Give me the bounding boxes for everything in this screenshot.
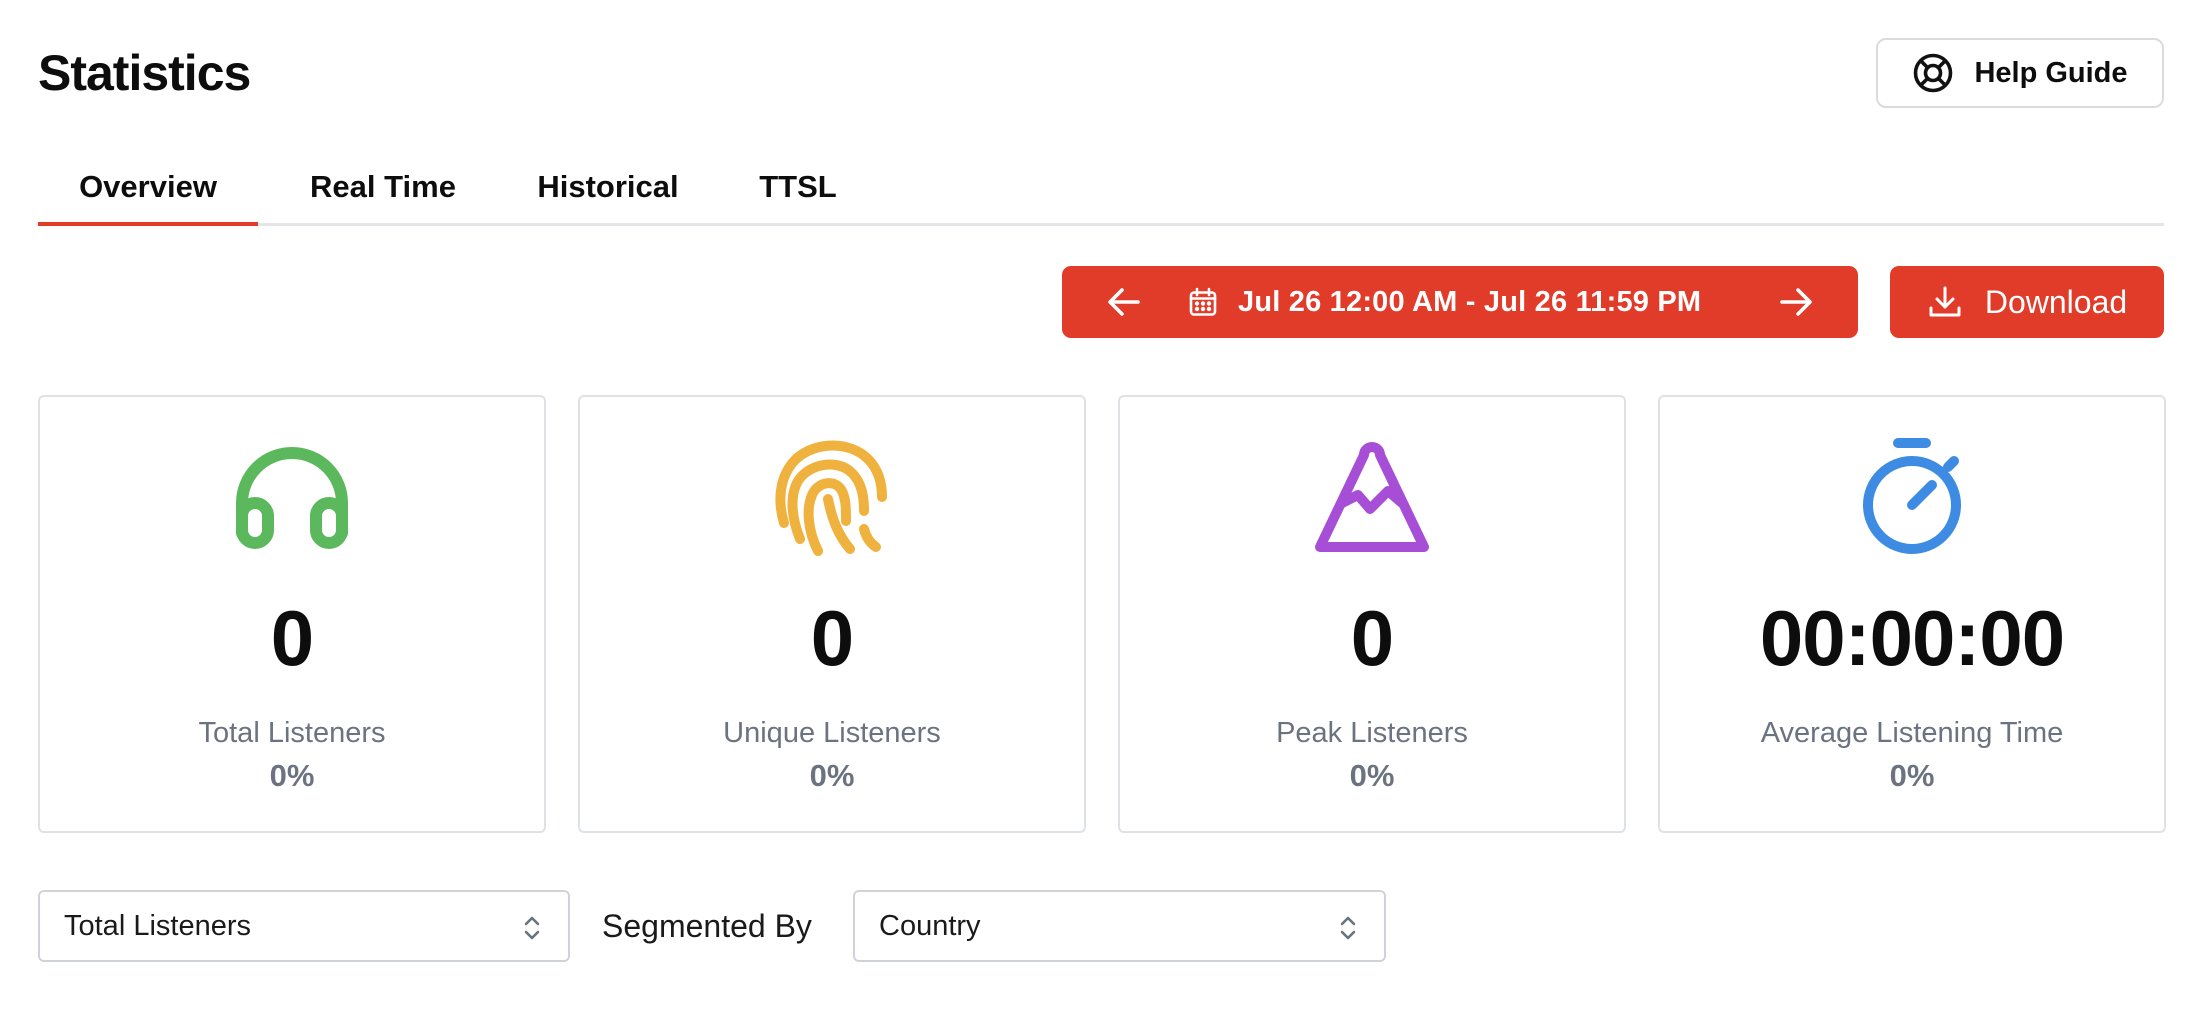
segmented-by-label: Segmented By [602, 907, 812, 944]
calendar-icon [1189, 287, 1217, 316]
stat-label: Peak Listeners [1276, 717, 1468, 749]
stat-change: 0% [809, 758, 855, 793]
stat-label: Average Listening Time [1760, 717, 2064, 749]
stat-change: 0% [1349, 758, 1395, 793]
download-label: Download [1984, 283, 2128, 320]
date-range-picker: Jul 26 12:00 AM - Jul 26 11:59 PM [1062, 266, 1858, 338]
segment-select[interactable]: Country [853, 890, 1386, 962]
arrow-left-icon [1108, 288, 1140, 316]
stat-change: 0% [269, 758, 315, 793]
tab-ttsl[interactable]: TTSL [738, 150, 858, 223]
next-date-button[interactable] [1756, 266, 1836, 338]
stat-label: Unique Listeners [723, 717, 941, 749]
stat-card-total-listeners: 0 Total Listeners 0% [38, 395, 546, 833]
arrow-right-icon [1780, 288, 1812, 316]
mountain-icon [1310, 435, 1434, 559]
tab-bar: Overview Real Time Historical TTSL [38, 150, 2164, 226]
tab-divider [38, 223, 2164, 226]
stat-card-unique-listeners: 0 Unique Listeners 0% [578, 395, 1086, 833]
stat-value: 0 [270, 594, 314, 682]
page-title: Statistics [38, 45, 251, 101]
headphones-icon [230, 435, 354, 559]
segment-select-value: Country [879, 909, 981, 942]
stat-label: Total Listeners [198, 717, 386, 749]
metric-select[interactable]: Total Listeners [38, 890, 570, 962]
stat-value: 0 [1350, 594, 1394, 682]
download-icon [1929, 286, 1961, 317]
download-button[interactable]: Download [1890, 266, 2164, 338]
metric-select-value: Total Listeners [64, 909, 251, 942]
tab-historical[interactable]: Historical [508, 150, 708, 223]
stat-card-peak-listeners: 0 Peak Listeners 0% [1118, 395, 1626, 833]
stopwatch-icon [1850, 435, 1974, 559]
chevron-up-down-icon [524, 916, 540, 940]
date-range-button[interactable]: Jul 26 12:00 AM - Jul 26 11:59 PM [1188, 266, 1701, 338]
help-guide-label: Help Guide [1974, 56, 2128, 89]
lifebuoy-icon [1912, 52, 1954, 94]
stat-value: 0 [810, 594, 854, 682]
date-range-text: Jul 26 12:00 AM - Jul 26 11:59 PM [1238, 285, 1702, 318]
tab-overview[interactable]: Overview [38, 150, 258, 226]
chevron-up-down-icon [1340, 916, 1356, 940]
stat-change: 0% [1889, 758, 1935, 793]
stat-value: 00:00:00 [1759, 594, 2065, 682]
stat-card-average-listening-time: 00:00:00 Average Listening Time 0% [1658, 395, 2166, 833]
tab-real-time[interactable]: Real Time [288, 150, 478, 223]
fingerprint-icon [770, 435, 894, 559]
previous-date-button[interactable] [1084, 266, 1164, 338]
help-guide-button[interactable]: Help Guide [1876, 38, 2164, 108]
